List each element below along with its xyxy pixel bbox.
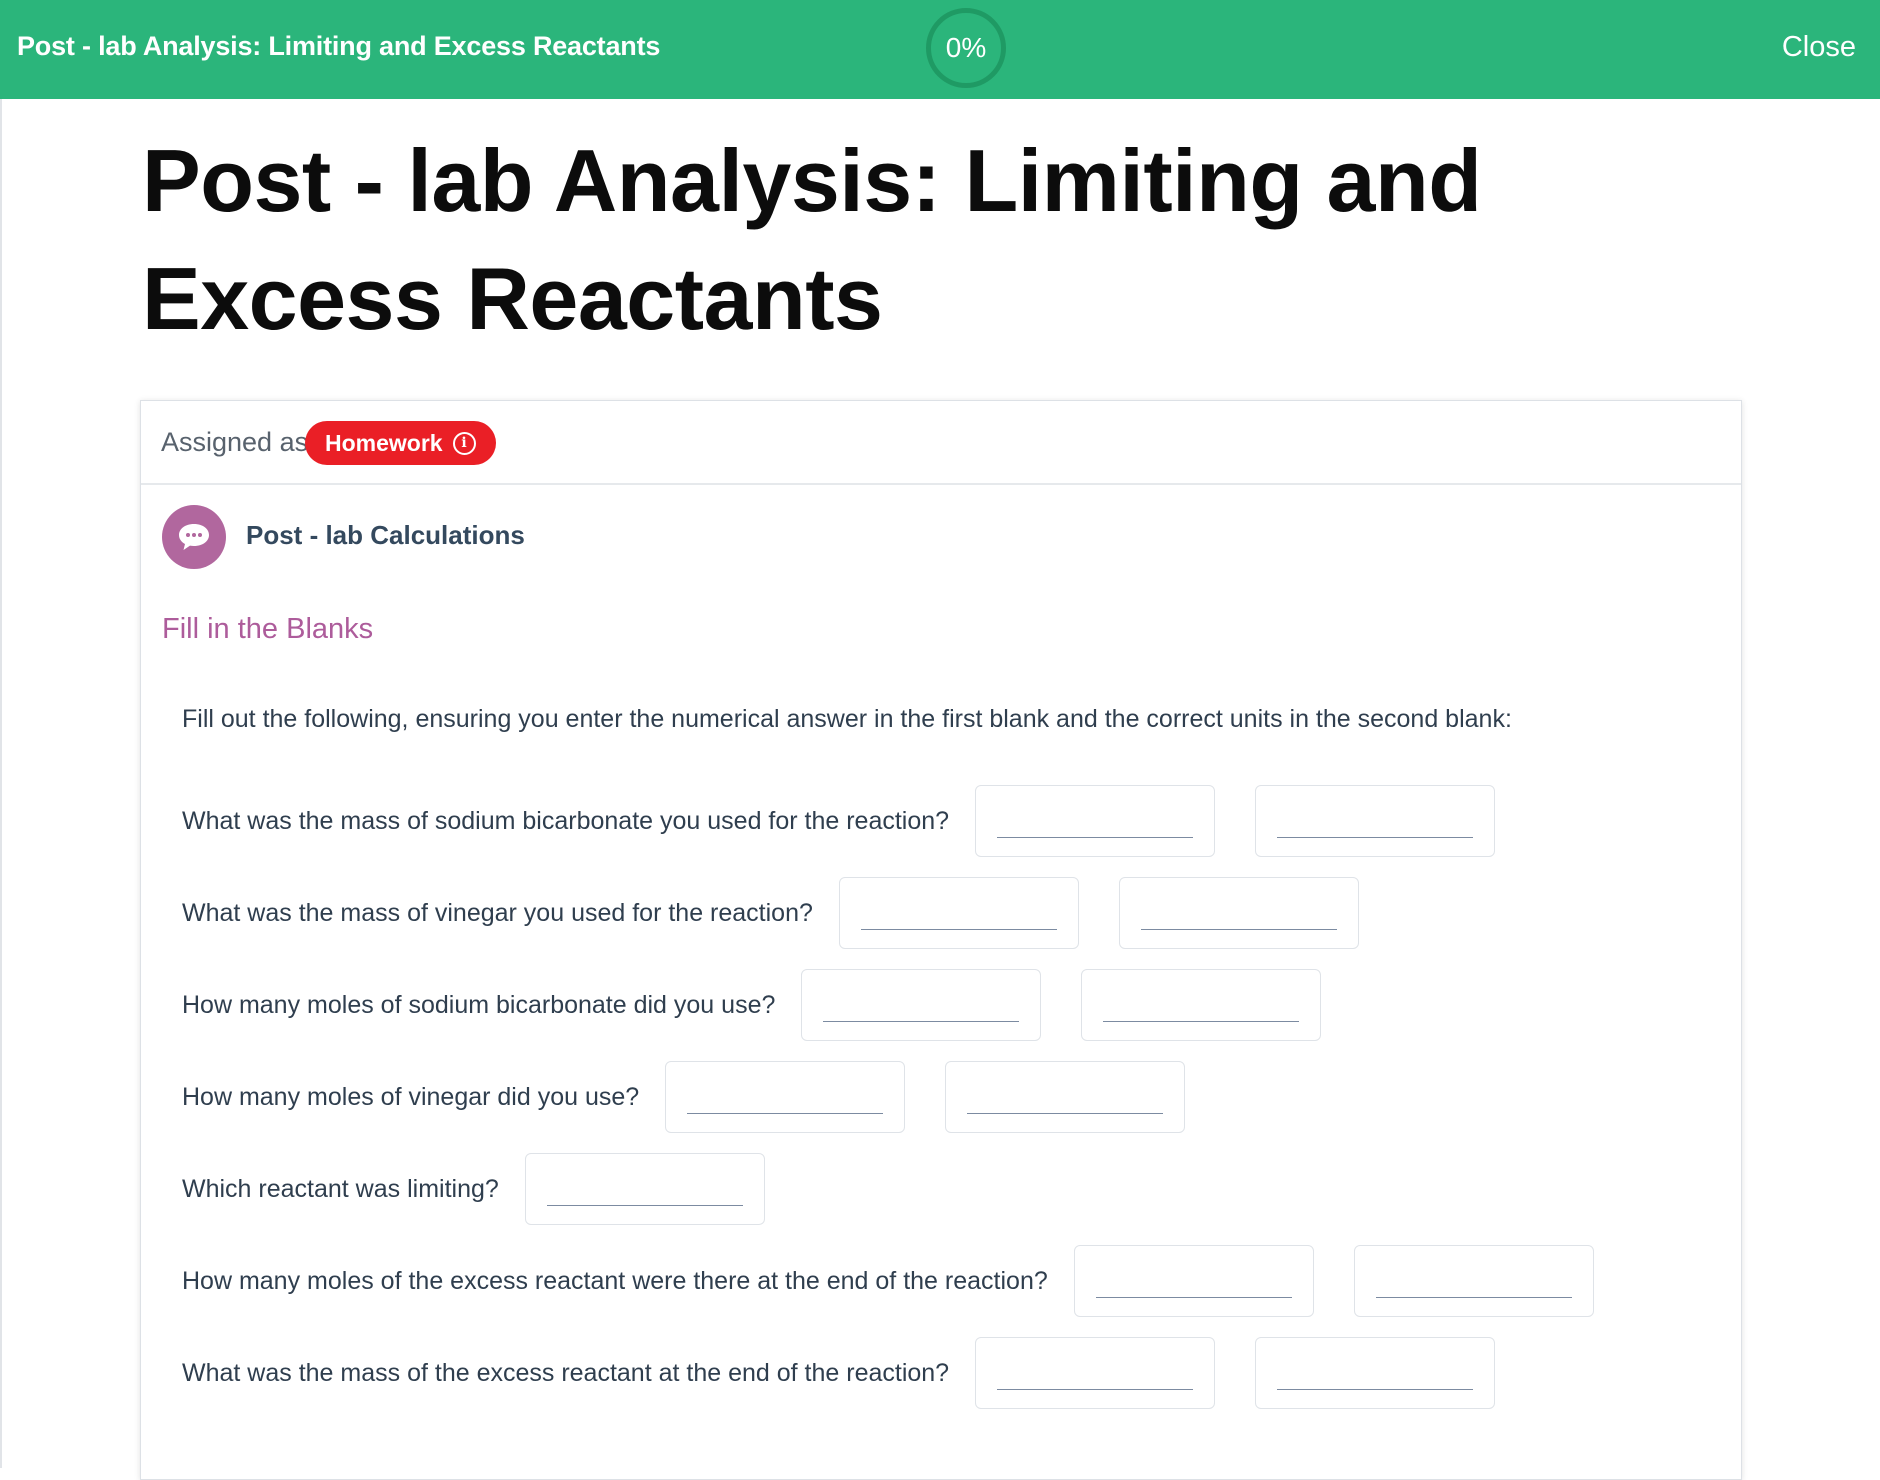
questions-list: What was the mass of sodium bicarbonate … xyxy=(182,775,1722,1419)
answer-blank-units[interactable] xyxy=(1353,1245,1594,1317)
left-divider xyxy=(0,99,2,1468)
blank-underline xyxy=(967,1113,1164,1114)
blank-underline xyxy=(823,1021,1020,1022)
close-button[interactable]: Close xyxy=(1782,31,1856,64)
topbar-title: Post - lab Analysis: Limiting and Excess… xyxy=(17,31,661,61)
answer-blank-value[interactable] xyxy=(801,969,1042,1041)
answer-blank-value[interactable] xyxy=(665,1061,906,1133)
question-text: How many moles of sodium bicarbonate did… xyxy=(182,990,776,1019)
fill-in-blanks-heading: Fill in the Blanks xyxy=(162,613,374,645)
top-bar: Post - lab Analysis: Limiting and Excess… xyxy=(0,0,1880,99)
blank-underline xyxy=(997,837,1194,838)
section-title: Post - lab Calculations xyxy=(246,520,525,550)
answer-blank-units[interactable] xyxy=(1255,785,1496,857)
blank-underline xyxy=(1277,1389,1474,1390)
question-text: How many moles of the excess reactant we… xyxy=(182,1266,1048,1295)
question-row: What was the mass of the excess reactant… xyxy=(182,1327,1722,1419)
blank-underline xyxy=(1103,1021,1300,1022)
blank-underline xyxy=(860,929,1057,930)
question-text: What was the mass of the excess reactant… xyxy=(182,1358,950,1387)
card-header: Assigned as Homework i xyxy=(141,401,1741,485)
answer-blank-value[interactable] xyxy=(524,1153,765,1225)
answer-blank-value[interactable] xyxy=(975,1337,1216,1409)
answer-blank-value[interactable] xyxy=(838,877,1079,949)
assignment-card: Assigned as Homework i Post - lab Calcul… xyxy=(140,400,1742,1480)
answer-blank-units[interactable] xyxy=(1255,1337,1496,1409)
blank-underline xyxy=(1277,837,1474,838)
answer-blank-units[interactable] xyxy=(1081,969,1322,1041)
instructions-text: Fill out the following, ensuring you ent… xyxy=(182,705,1512,733)
question-row: How many moles of vinegar did you use? xyxy=(182,1051,1722,1143)
question-row: How many moles of sodium bicarbonate did… xyxy=(182,959,1722,1051)
blank-underline xyxy=(546,1205,743,1206)
question-row: How many moles of the excess reactant we… xyxy=(182,1235,1722,1327)
question-text: What was the mass of sodium bicarbonate … xyxy=(182,806,950,835)
progress-indicator: 0% xyxy=(926,8,1006,88)
question-text: Which reactant was limiting? xyxy=(182,1174,499,1203)
page-title: Post - lab Analysis: Limiting and Excess… xyxy=(142,131,1482,348)
speech-bubble-icon xyxy=(162,505,226,569)
blank-underline xyxy=(997,1389,1194,1390)
question-text: How many moles of vinegar did you use? xyxy=(182,1082,640,1111)
blank-underline xyxy=(1375,1297,1572,1298)
blank-underline xyxy=(1095,1297,1292,1298)
assigned-label: Assigned as xyxy=(161,427,309,457)
info-icon[interactable]: i xyxy=(452,431,476,455)
answer-blank-value[interactable] xyxy=(975,785,1216,857)
question-row: What was the mass of vinegar you used fo… xyxy=(182,867,1722,959)
question-row: Which reactant was limiting? xyxy=(182,1143,1722,1235)
homework-badge[interactable]: Homework i xyxy=(305,421,496,465)
question-text: What was the mass of vinegar you used fo… xyxy=(182,898,813,927)
answer-blank-value[interactable] xyxy=(1073,1245,1314,1317)
blank-underline xyxy=(687,1113,884,1114)
answer-blank-units[interactable] xyxy=(1118,877,1359,949)
blank-underline xyxy=(1140,929,1337,930)
homework-badge-label: Homework xyxy=(325,429,443,456)
answer-blank-units[interactable] xyxy=(945,1061,1186,1133)
question-row: What was the mass of sodium bicarbonate … xyxy=(182,775,1722,867)
progress-value: 0% xyxy=(945,32,987,63)
